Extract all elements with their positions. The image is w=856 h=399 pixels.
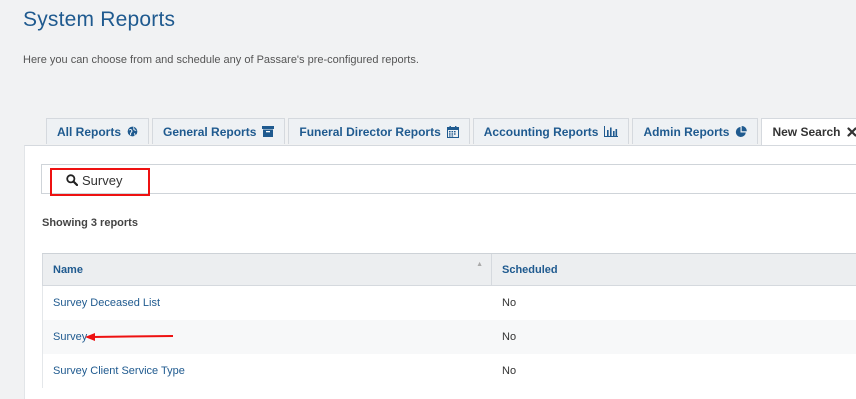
annotation-arrow-icon <box>85 332 175 345</box>
column-header-scheduled[interactable]: Scheduled <box>491 254 856 285</box>
search-bar <box>41 164 856 194</box>
tab-all-reports[interactable]: All Reports <box>46 118 150 144</box>
tab-label: Funeral Director Reports <box>299 124 441 139</box>
column-label: Scheduled <box>502 263 558 276</box>
tab-new-search[interactable]: New Search <box>761 118 856 145</box>
sort-up-icon[interactable]: ▲ <box>476 261 483 268</box>
reports-table: Name ▲ Scheduled Survey Deceased List No… <box>42 253 856 388</box>
tab-general-reports[interactable]: General Reports <box>152 118 286 144</box>
tab-funeral-director-reports[interactable]: Funeral Director Reports <box>288 118 470 144</box>
column-label: Name <box>53 263 83 276</box>
report-panel: Showing 3 reports Name ▲ Scheduled Surve… <box>24 145 856 399</box>
report-link-wrapper: Survey <box>43 320 491 354</box>
close-icon[interactable] <box>846 127 856 137</box>
tab-label: New Search <box>772 125 841 139</box>
table-row: Survey Deceased List No <box>42 286 856 320</box>
tab-label: General Reports <box>163 124 257 139</box>
bar-chart-icon <box>604 126 619 137</box>
column-header-name[interactable]: Name ▲ <box>43 254 491 285</box>
search-input[interactable] <box>82 170 682 190</box>
report-tabs: All Reports General Reports Funeral Dire… <box>46 118 856 145</box>
globe-icon <box>127 126 138 137</box>
results-count: Showing 3 reports <box>42 217 138 229</box>
tab-label: Accounting Reports <box>483 124 599 139</box>
calendar-icon <box>446 125 459 138</box>
table-row: Survey No <box>42 320 856 354</box>
report-link[interactable]: Survey Deceased List <box>43 286 491 320</box>
report-link[interactable]: Survey Client Service Type <box>43 354 491 388</box>
scheduled-value: No <box>502 297 517 309</box>
scheduled-value: No <box>502 365 517 377</box>
table-row: Survey Client Service Type No <box>42 354 856 388</box>
search-icon <box>66 173 79 191</box>
tab-admin-reports[interactable]: Admin Reports <box>632 118 759 144</box>
tab-label: Admin Reports <box>643 124 730 139</box>
scheduled-value: No <box>502 331 517 343</box>
page-title: System Reports <box>23 8 176 31</box>
report-link[interactable]: Survey <box>53 331 87 343</box>
table-header: Name ▲ Scheduled <box>42 254 856 286</box>
pie-chart-icon <box>735 125 748 138</box>
tab-accounting-reports[interactable]: Accounting Reports <box>472 118 630 144</box>
page-description: Here you can choose from and schedule an… <box>23 54 419 66</box>
archive-icon <box>262 126 275 137</box>
tab-label: All Reports <box>57 124 122 139</box>
